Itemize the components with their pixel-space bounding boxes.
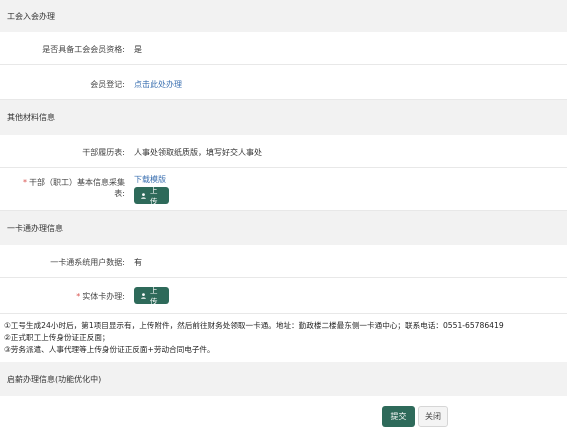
section-title-other-materials: 其他材料信息 — [7, 113, 55, 122]
section-title-union: 工会入会办理 — [7, 11, 55, 21]
section-title-card: 一卡通办理信息 — [7, 223, 63, 233]
row-physical-card: * 实体卡办理: 上传 — [0, 278, 567, 314]
section-header-other-materials: 其他材料信息 — [0, 100, 567, 135]
registration-label: 会员登记: — [90, 80, 125, 89]
note-line-3: ③劳务派遣、人事代理等上传身份证正反面+劳动合同电子件。 — [4, 345, 215, 354]
note-line-2: ②正式职工上传身份证正反面； — [4, 333, 110, 342]
section-header-salary: 启薪办理信息(功能优化中) — [0, 362, 567, 396]
system-data-label: 一卡通系统用户数据: — [50, 258, 125, 267]
row-basic-info: * 干部（职工）基本信息采集 表: 下载模版 上传 — [0, 168, 567, 211]
instructions-notes: ①工号生成24小时后，第1项目显示有，上传附件，然后前往财务处领取一卡通。地址：… — [4, 320, 564, 356]
section-title-salary: 启薪办理信息(功能优化中) — [7, 374, 102, 384]
section-header-card: 一卡通办理信息 — [0, 211, 567, 245]
download-template-link[interactable]: 下载模版 — [134, 174, 166, 185]
system-data-value: 有 — [134, 258, 142, 267]
qualification-value: 是 — [134, 45, 142, 54]
row-union-qualification: 是否具备工会会员资格: 是 — [0, 32, 567, 65]
registration-link[interactable]: 点击此处办理 — [134, 79, 182, 90]
qualification-label: 是否具备工会会员资格: — [42, 45, 125, 54]
close-button[interactable]: 关闭 — [418, 406, 448, 427]
physical-card-label-text: 实体卡办理: — [82, 292, 125, 301]
resume-value: 人事处领取纸质版，填写好交人事处 — [134, 148, 262, 157]
required-mark: * — [76, 292, 81, 301]
basic-info-label: * 干部（职工）基本信息采集 表: — [0, 177, 125, 199]
user-upload-icon — [141, 192, 146, 199]
physical-card-label: * 实体卡办理: — [0, 291, 125, 302]
row-resume: 干部履历表: 人事处领取纸质版，填写好交人事处 — [0, 135, 567, 168]
upload-label: 上传 — [149, 185, 158, 206]
submit-button[interactable]: 提交 — [382, 406, 415, 427]
user-upload-icon — [141, 292, 146, 299]
required-mark: * — [23, 178, 27, 187]
row-member-registration: 会员登记: 点击此处办理 — [0, 65, 567, 100]
note-line-1: ①工号生成24小时后，第1项目显示有，上传附件，然后前往财务处领取一卡通。地址：… — [4, 321, 504, 330]
upload-label: 上传 — [149, 285, 158, 306]
section-header-union: 工会入会办理 — [0, 0, 567, 32]
upload-physical-card-button[interactable]: 上传 — [134, 285, 169, 306]
basic-info-label-line2: 表: — [114, 189, 125, 198]
row-card-system-data: 一卡通系统用户数据: 有 — [0, 245, 567, 278]
resume-label: 干部履历表: — [82, 148, 125, 157]
upload-basic-info-button[interactable]: 上传 — [134, 185, 169, 206]
basic-info-label-line1: 干部（职工）基本信息采集 — [29, 178, 125, 187]
